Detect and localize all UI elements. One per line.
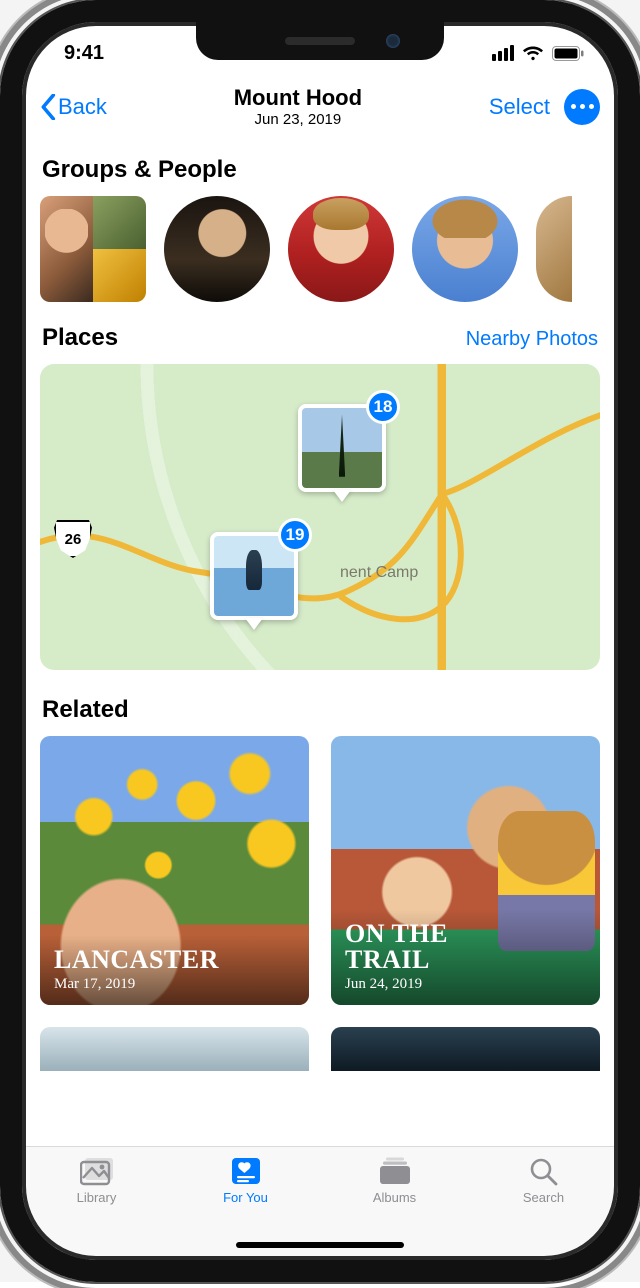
related-memory-card[interactable] xyxy=(331,1027,600,1071)
nav-bar: Back Mount Hood Jun 23, 2019 Select xyxy=(22,76,618,138)
memory-date: Jun 24, 2019 xyxy=(345,976,586,993)
search-icon xyxy=(527,1156,561,1186)
people-row[interactable] xyxy=(40,196,600,302)
map-pin-count-badge: 18 xyxy=(366,390,400,424)
ellipsis-icon xyxy=(571,104,576,109)
wifi-icon xyxy=(522,45,544,61)
tab-for-you[interactable]: For You xyxy=(186,1156,306,1205)
cellular-signal-icon xyxy=(492,45,514,61)
back-label: Back xyxy=(58,94,107,120)
related-memory-card[interactable] xyxy=(40,1027,309,1071)
tab-label: Library xyxy=(77,1190,117,1205)
for-you-icon xyxy=(229,1156,263,1186)
person-avatar[interactable] xyxy=(412,196,518,302)
person-avatar[interactable] xyxy=(164,196,270,302)
section-title-groups-people: Groups & People xyxy=(42,156,598,184)
battery-icon xyxy=(552,46,584,61)
related-memory-card[interactable]: ON THE TRAIL Jun 24, 2019 xyxy=(331,736,600,1005)
albums-icon xyxy=(378,1156,412,1186)
related-memory-card[interactable]: LANCASTER Mar 17, 2019 xyxy=(40,736,309,1005)
memory-date: Mar 17, 2019 xyxy=(54,976,295,993)
chevron-left-icon xyxy=(40,94,56,120)
content-scroll[interactable]: Groups & People Places Nearby Photos xyxy=(22,138,618,1260)
section-title-related: Related xyxy=(42,696,598,724)
back-button[interactable]: Back xyxy=(40,94,107,120)
status-time: 9:41 xyxy=(64,42,104,65)
person-avatar[interactable] xyxy=(288,196,394,302)
map-pin-count-badge: 19 xyxy=(278,518,312,552)
map-photo-pin[interactable]: 18 xyxy=(298,404,386,492)
nearby-photos-link[interactable]: Nearby Photos xyxy=(466,328,598,351)
tab-label: Search xyxy=(523,1190,564,1205)
map-place-label: nent Camp xyxy=(340,564,418,582)
notch xyxy=(196,22,444,60)
memory-title: LANCASTER xyxy=(54,947,295,972)
people-group-tile[interactable] xyxy=(40,196,146,302)
page-title: Mount Hood xyxy=(234,85,362,110)
tab-label: For You xyxy=(223,1190,268,1205)
library-icon xyxy=(80,1156,114,1186)
page-subtitle: Jun 23, 2019 xyxy=(234,111,362,128)
tab-library[interactable]: Library xyxy=(37,1156,157,1205)
more-button[interactable] xyxy=(564,89,600,125)
person-avatar[interactable] xyxy=(536,196,572,302)
map-photo-pin[interactable]: 19 xyxy=(210,532,298,620)
memory-title: ON THE TRAIL xyxy=(345,921,586,972)
tab-label: Albums xyxy=(373,1190,416,1205)
home-indicator[interactable] xyxy=(236,1242,404,1248)
select-button[interactable]: Select xyxy=(489,94,550,120)
nav-title: Mount Hood Jun 23, 2019 xyxy=(234,85,362,128)
section-title-places: Places xyxy=(42,324,118,352)
tab-search[interactable]: Search xyxy=(484,1156,604,1205)
places-map[interactable]: 26 nent Camp 18 19 xyxy=(40,364,600,670)
tab-albums[interactable]: Albums xyxy=(335,1156,455,1205)
